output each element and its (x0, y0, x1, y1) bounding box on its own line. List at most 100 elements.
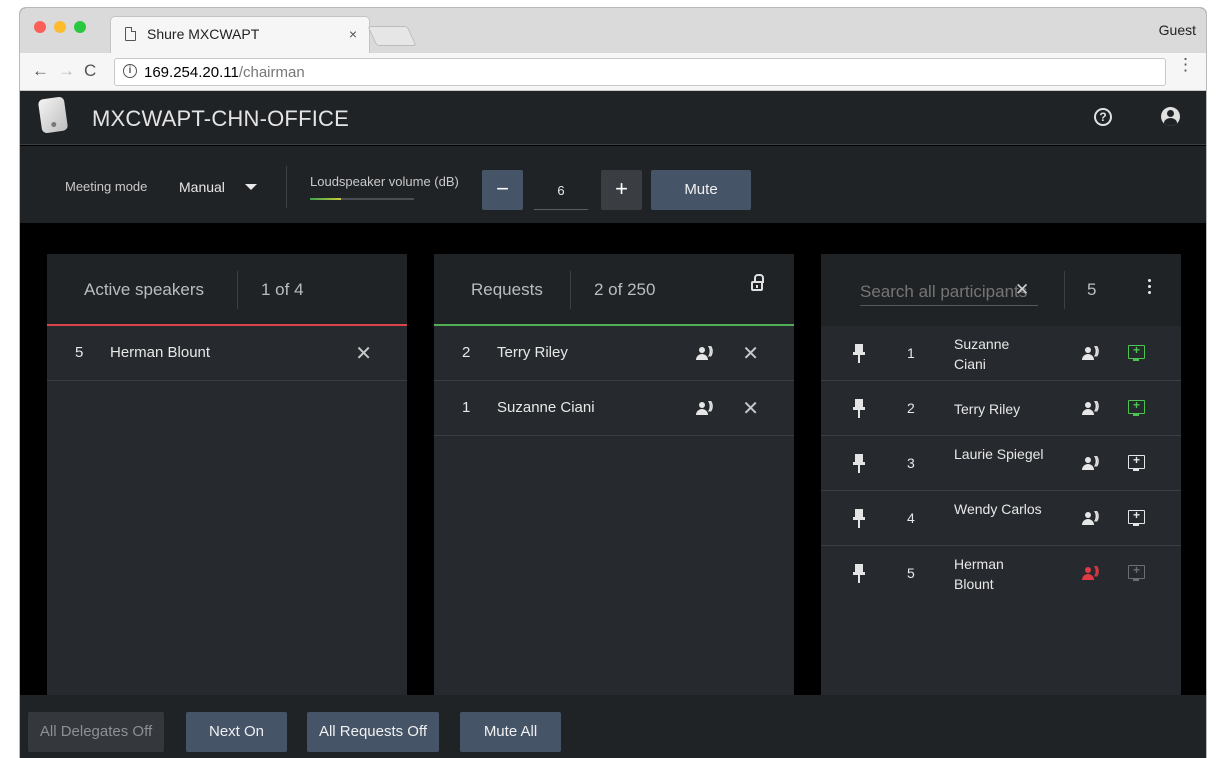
participant-name: Terry Riley (954, 401, 1021, 417)
speaker-icon[interactable]: )) (1082, 400, 1104, 417)
pin-icon[interactable] (853, 344, 865, 364)
participant-row: 2 Terry Riley )) (821, 381, 1181, 436)
remove-request-icon[interactable]: ✕ (742, 341, 759, 366)
unlock-icon[interactable] (751, 274, 764, 291)
participant-name: Terry Riley (497, 344, 568, 361)
speaker-icon[interactable]: )) (1082, 345, 1104, 362)
participant-name: Herman Blount (110, 344, 211, 361)
pin-icon[interactable] (853, 399, 865, 419)
participant-name: Herman Blount (954, 556, 1004, 592)
divider (286, 166, 287, 208)
active-speakers-header: Active speakers 1 of 4 (47, 254, 407, 326)
clear-search-icon[interactable]: ✕ (1015, 280, 1029, 300)
new-tab-button[interactable] (367, 26, 417, 46)
all-requests-off-button[interactable]: All Requests Off (307, 712, 439, 752)
meeting-mode-select[interactable]: Manual (179, 179, 225, 195)
device-logo-icon (37, 96, 69, 134)
participant-row: 5 Herman Blount )) (821, 546, 1181, 601)
add-to-screen-icon[interactable] (1128, 398, 1145, 416)
participants-count: 5 (1087, 280, 1097, 299)
participant-name: Wendy Carlos (954, 501, 1042, 517)
participant-row: 1 Suzanne Ciani )) (821, 326, 1181, 381)
window-close-button[interactable] (34, 21, 46, 33)
seat-number: 3 (907, 455, 915, 471)
grant-floor-speaker-icon[interactable]: )) (696, 345, 718, 362)
divider (237, 271, 238, 309)
participant-row: 4 Wendy Carlos )) (821, 491, 1181, 546)
speaker-icon[interactable]: )) (1082, 510, 1104, 527)
url-host: 169.254.20.11 (144, 64, 239, 81)
meeting-mode-label: Meeting mode (65, 179, 148, 194)
mute-all-button[interactable]: Mute All (460, 712, 561, 752)
profile-label[interactable]: Guest (1159, 22, 1196, 38)
more-options-icon[interactable] (1148, 279, 1152, 297)
reload-icon[interactable]: C (84, 61, 96, 81)
page-icon (125, 27, 136, 41)
participant-name: Suzanne Ciani (497, 399, 595, 416)
speaker-icon[interactable]: )) (1082, 455, 1104, 472)
seat-number: 5 (907, 565, 915, 581)
volume-level-fill (310, 198, 342, 200)
pin-icon[interactable] (853, 564, 865, 584)
address-bar[interactable]: i 169.254.20.11/chairman (114, 58, 1166, 86)
loudspeaker-volume-label: Loudspeaker volume (dB) (310, 174, 459, 189)
active-speakers-title: Active speakers (84, 280, 204, 299)
pin-icon[interactable] (853, 509, 865, 529)
tab-close-icon[interactable]: × (349, 26, 357, 42)
seat-number: 4 (907, 510, 915, 526)
browser-tab-strip: Shure MXCWAPT × Guest (20, 8, 1206, 53)
footer-action-bar: All Delegates Off Next On All Requests O… (20, 695, 1206, 758)
app-header: MXCWAPT-CHN-OFFICE ? (20, 91, 1206, 145)
seat-number: 2 (907, 400, 915, 416)
all-delegates-off-button[interactable]: All Delegates Off (28, 712, 164, 752)
grant-floor-speaker-icon[interactable]: )) (696, 400, 718, 417)
remove-speaker-icon[interactable]: ✕ (355, 341, 372, 366)
url-path: /chairman (238, 64, 305, 81)
window-minimize-button[interactable] (54, 21, 66, 33)
request-row: 1 Suzanne Ciani )) ✕ (434, 381, 794, 436)
requests-title: Requests (471, 280, 543, 299)
participants-header: ✕ 5 (821, 254, 1181, 326)
add-to-screen-icon[interactable] (1128, 343, 1145, 361)
mute-button[interactable]: Mute (651, 170, 751, 210)
add-to-screen-icon[interactable] (1128, 563, 1145, 581)
active-speakers-panel: Active speakers 1 of 4 5 Herman Blount ✕ (47, 254, 407, 695)
help-icon[interactable]: ? (1094, 108, 1112, 126)
pin-icon[interactable] (853, 454, 865, 474)
browser-toolbar: ← → C i 169.254.20.11/chairman ⋮ (20, 53, 1206, 91)
add-to-screen-icon[interactable] (1128, 453, 1145, 471)
user-account-icon[interactable] (1161, 107, 1180, 126)
requests-panel: Requests 2 of 250 2 Terry Riley )) ✕ 1 S… (434, 254, 794, 695)
site-info-icon[interactable]: i (123, 64, 137, 78)
chevron-down-icon[interactable] (245, 184, 257, 190)
request-row: 2 Terry Riley )) ✕ (434, 326, 794, 381)
participant-name: Suzanne Ciani (954, 336, 1010, 372)
browser-menu-icon[interactable]: ⋮ (1177, 56, 1194, 73)
volume-value-field[interactable]: 6 (534, 170, 588, 210)
requests-count: 2 of 250 (594, 280, 656, 299)
active-speaker-row: 5 Herman Blount ✕ (47, 326, 407, 381)
participant-search-input[interactable] (860, 278, 1038, 306)
meeting-controls-bar: Meeting mode Manual Loudspeaker volume (… (20, 146, 1206, 223)
seat-number: 2 (462, 344, 471, 361)
speaker-active-icon[interactable]: )) (1082, 565, 1104, 582)
active-speakers-count: 1 of 4 (261, 280, 304, 299)
app-root: MXCWAPT-CHN-OFFICE ? Meeting mode Manual… (20, 91, 1206, 758)
volume-increase-button[interactable]: + (601, 170, 642, 210)
participant-row: 3 Laurie Spiegel )) (821, 436, 1181, 491)
browser-tab[interactable]: Shure MXCWAPT × (110, 16, 370, 53)
divider (570, 271, 571, 309)
back-arrow-icon[interactable]: ← (32, 61, 49, 81)
next-on-button[interactable]: Next On (186, 712, 287, 752)
window-zoom-button[interactable] (74, 21, 86, 33)
seat-number: 1 (907, 345, 915, 361)
divider (1064, 271, 1065, 309)
seat-number: 1 (462, 399, 471, 416)
volume-decrease-button[interactable]: − (482, 170, 523, 210)
forward-arrow-icon[interactable]: → (58, 61, 75, 81)
requests-header: Requests 2 of 250 (434, 254, 794, 326)
remove-request-icon[interactable]: ✕ (742, 396, 759, 421)
add-to-screen-icon[interactable] (1128, 508, 1145, 526)
volume-level-bar (310, 198, 414, 200)
participants-panel: ✕ 5 1 Suzanne Ciani )) 2 Terry Riley )) (821, 254, 1181, 695)
